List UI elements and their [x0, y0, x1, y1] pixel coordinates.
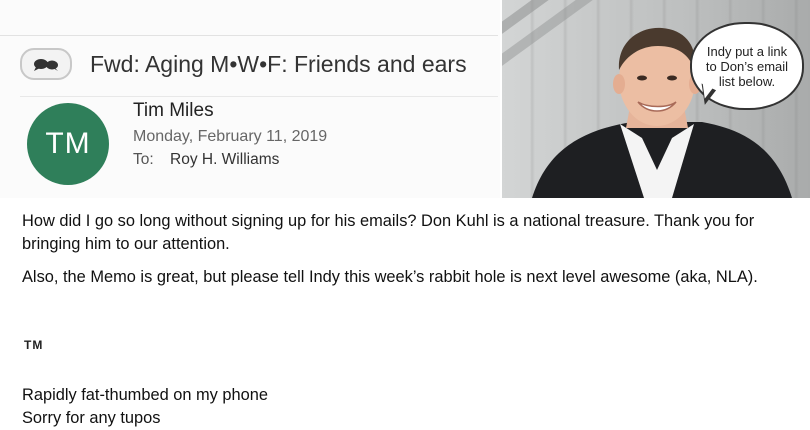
email-header: Fwd: Aging M•W•F: Friends and ears TM Ti…: [0, 0, 500, 198]
subject-row: Fwd: Aging M•W•F: Friends and ears: [20, 47, 467, 81]
speech-bubble-text: Indy put a link to Don’s email list belo…: [705, 43, 789, 89]
recipient-row: To: Roy H. Williams: [133, 151, 279, 169]
divider: [0, 35, 498, 36]
avatar-initials: TM: [45, 127, 91, 160]
recipient-name[interactable]: Roy H. Williams: [170, 151, 279, 168]
signature-line: Sorry for any tupos: [22, 409, 161, 427]
signature-initials: TM: [24, 338, 44, 352]
divider: [20, 96, 498, 97]
sender-name[interactable]: Tim Miles: [133, 100, 214, 122]
body-paragraph: Also, the Memo is great, but please tell…: [22, 268, 758, 286]
email-date: Monday, February 11, 2019: [133, 128, 328, 145]
signature-line: Rapidly fat-thumbed on my phone: [22, 386, 269, 404]
email-subject: Fwd: Aging M•W•F: Friends and ears: [90, 50, 467, 77]
to-label: To:: [133, 151, 154, 168]
email-body: How did I go so long without signing up …: [22, 210, 802, 427]
conversation-icon[interactable]: [20, 48, 72, 80]
avatar: TM: [27, 103, 109, 185]
body-paragraph: How did I go so long without signing up …: [22, 212, 755, 253]
